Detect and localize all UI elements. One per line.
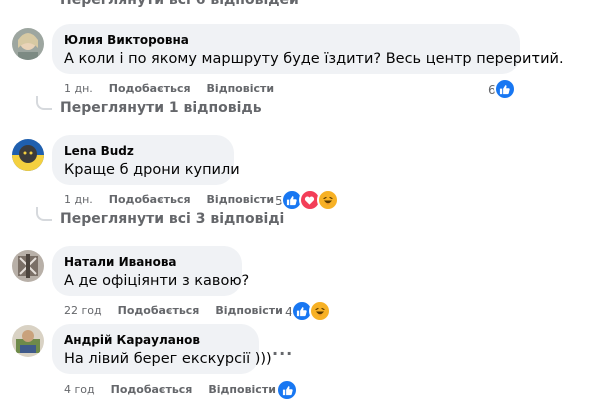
- reaction-summary[interactable]: 4: [285, 300, 331, 322]
- like-button[interactable]: Подобається: [118, 304, 200, 317]
- comment-bubble: Андрій Карауланов На лівий берег екскурс…: [52, 324, 272, 374]
- view-replies-label[interactable]: Переглянути всі 3 відповіді: [60, 211, 284, 227]
- thread-connector: [36, 207, 52, 221]
- avatar[interactable]: [12, 325, 44, 357]
- comment-bubble: Натали Иванова А де офіціянти з кавою?: [52, 246, 250, 296]
- avatar[interactable]: [12, 139, 44, 171]
- avatar[interactable]: [12, 28, 44, 60]
- comment-time[interactable]: 1 дн.: [64, 82, 93, 95]
- comment-author[interactable]: Андрій Карауланов: [64, 332, 247, 348]
- view-replies-label[interactable]: Переглянути 1 відповідь: [60, 100, 262, 116]
- comment-author[interactable]: Юлия Викторовна: [64, 32, 508, 48]
- comment-time[interactable]: 22 год: [64, 304, 102, 317]
- view-replies-link[interactable]: Переглянути всі 6 відповідей: [36, 0, 299, 8]
- like-icon: [276, 379, 298, 401]
- comment-bubble: Юлия Викторовна А коли і по якому маршру…: [52, 24, 564, 74]
- comment-text: На лівий берег екскурсії ))): [64, 351, 272, 367]
- like-button[interactable]: Подобається: [111, 383, 193, 396]
- haha-icon: [316, 189, 339, 211]
- reaction-summary[interactable]: [276, 379, 298, 401]
- reply-button[interactable]: Відповісти: [207, 82, 275, 95]
- comment-time[interactable]: 1 дн.: [64, 193, 93, 206]
- comment-text: А коли і по якому маршруту буде їздити? …: [64, 51, 564, 67]
- like-icon: [493, 78, 516, 100]
- reaction-summary[interactable]: 5: [275, 189, 339, 211]
- reaction-summary[interactable]: 6: [488, 78, 516, 100]
- comment-actions: 22 год Подобається Відповісти: [64, 304, 283, 317]
- comment-author[interactable]: Натали Иванова: [64, 254, 230, 270]
- like-button[interactable]: Подобається: [109, 82, 191, 95]
- comment-text: А де офіціянти з кавою?: [64, 273, 250, 289]
- reply-button[interactable]: Відповісти: [208, 383, 276, 396]
- comment-actions: 1 дн. Подобається Відповісти: [64, 82, 274, 95]
- comment-author[interactable]: Lena Budz: [64, 143, 222, 159]
- view-replies-link[interactable]: Переглянути всі 3 відповіді: [36, 207, 284, 227]
- more-options-icon[interactable]: ...: [272, 340, 293, 359]
- comment-bubble: Lena Budz Краще б дрони купили: [52, 135, 240, 185]
- comment-text: Краще б дрони купили: [64, 162, 240, 178]
- view-replies-label[interactable]: Переглянути всі 6 відповідей: [60, 0, 299, 8]
- view-replies-link[interactable]: Переглянути 1 відповідь: [36, 96, 262, 116]
- thread-connector: [36, 96, 52, 110]
- haha-icon: [308, 300, 331, 322]
- comment-actions: 4 год Подобається Відповісти: [64, 383, 276, 396]
- avatar[interactable]: [12, 250, 44, 282]
- like-button[interactable]: Подобається: [109, 193, 191, 206]
- reply-button[interactable]: Відповісти: [207, 193, 275, 206]
- comment-time[interactable]: 4 год: [64, 383, 95, 396]
- comment-actions: 1 дн. Подобається Відповісти: [64, 193, 274, 206]
- reply-button[interactable]: Відповісти: [215, 304, 283, 317]
